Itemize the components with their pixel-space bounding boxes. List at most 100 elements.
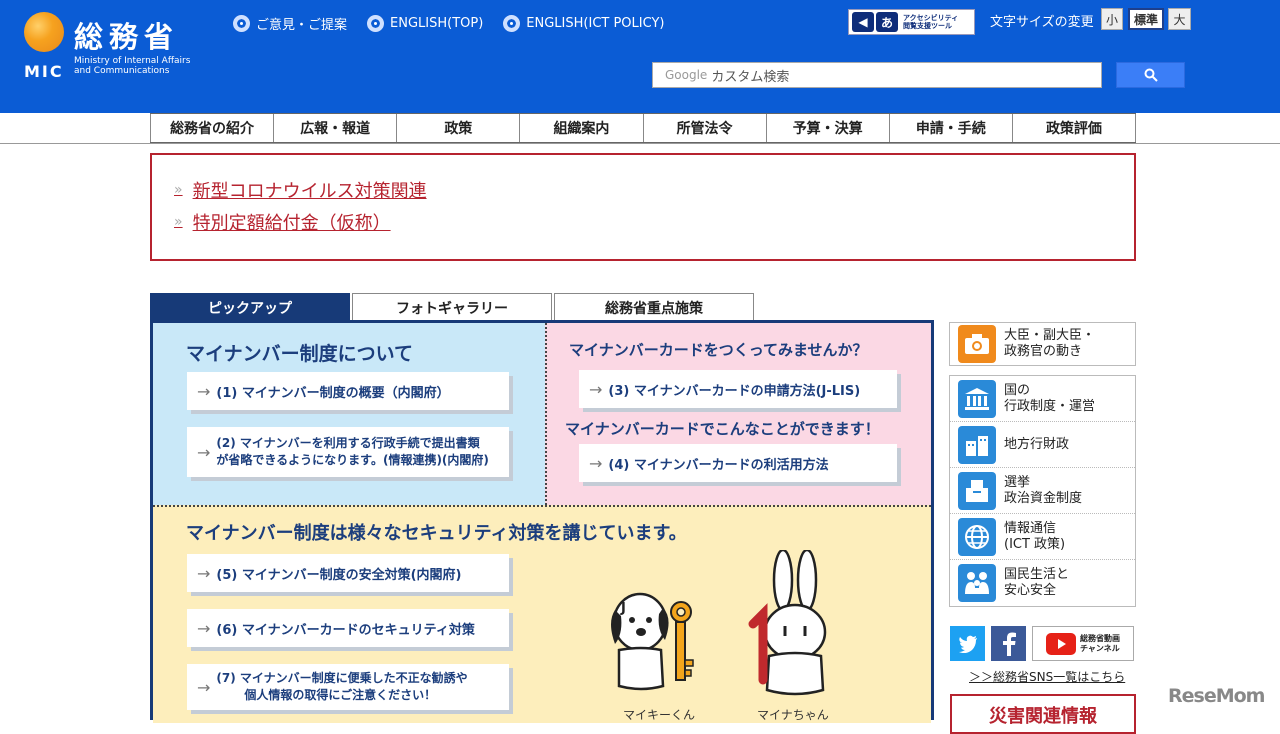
sidebar-item-public-safety[interactable]: 国民生活と 安心安全 [950,560,1135,606]
arrow-right-icon: → [197,381,211,401]
mynumber-fraud-warning-label: (7) マイナンバー制度に便乗した不正な勧誘や 個人情報の取得にご注意ください！ [216,670,467,704]
camera-icon [958,325,996,363]
myna-chan-mascot-icon [748,550,827,696]
font-size-large-button[interactable]: 大 [1168,8,1191,30]
youtube-channel-label: 総務省動画 チャンネル [1080,634,1120,654]
link-opinion[interactable]: ご意見・ご提案 [233,14,347,33]
mic-logo[interactable]: 総務省 MIC Ministry of Internal Affairs and… [22,10,212,81]
search-input[interactable]: Google カスタム検索 [652,62,1102,88]
nav-item-organization[interactable]: 組織案内 [519,114,643,142]
tab-pickup[interactable]: ピックアップ [150,293,350,321]
urgent-notice-box: » 新型コロナウイルス対策関連 » 特別定額給付金（仮称） [150,153,1136,261]
nav-item-applications[interactable]: 申請・手続 [888,114,1012,142]
nav-item-evaluation[interactable]: 政策評価 [1011,114,1136,142]
government-building-icon [958,379,996,418]
sns-list-link[interactable]: ＞＞総務省SNS一覧はこちら [969,668,1125,685]
mynumber-card-apply-button[interactable]: → (3) マイナンバーカードの申請方法(J-LIS) [579,370,897,408]
globe-icon [958,517,996,556]
disaster-info-button[interactable]: 災害関連情報 [950,694,1136,734]
twitter-button[interactable] [950,626,985,661]
mynumber-card-apply-label: (3) マイナンバーカードの申請方法(J-LIS) [608,383,861,399]
accessibility-tool-button[interactable]: ◀ あ アクセシビリティ 閲覧支援ツール [848,9,975,35]
youtube-channel-button[interactable]: 総務省動画 チャンネル [1032,626,1134,661]
sidebar-item-minister-label: 大臣・副大臣・ 政務官の動き [1004,328,1096,359]
youtube-play-icon [1046,632,1076,655]
nav-item-policy[interactable]: 政策 [396,114,520,142]
search-icon [1144,68,1158,82]
link-english-top[interactable]: ENGLISH(TOP) [367,14,483,33]
link-covid[interactable]: » 新型コロナウイルス対策関連 [174,177,1134,203]
link-english-ict[interactable]: ENGLISH(ICT POLICY) [503,14,664,33]
bullet-circle-icon [367,15,385,32]
sidebar-item-elections-label: 選挙 政治資金制度 [1004,474,1083,506]
mynumber-fraud-warning-line2: 個人情報の取得にご注意ください！ [244,688,437,702]
svg-text:J: J [620,601,626,616]
nav-item-laws[interactable]: 所管法令 [642,114,766,142]
mynumber-fraud-warning-button[interactable]: → (7) マイナンバー制度に便乗した不正な勧誘や 個人情報の取得にご注意くださ… [187,664,509,710]
bullet-circle-icon [233,15,250,32]
tab-photo-gallery[interactable]: フォトギャラリー [352,293,552,321]
mynumber-security-section: マイナンバー制度は様々なセキュリティ対策を講じています。 → (5) マイナンバ… [153,505,931,723]
youtube-channel-line1: 総務省動画 [1080,633,1120,643]
arrow-right-icon: → [197,618,211,638]
sidebar-item-ict[interactable]: 情報通信 (ICT 政策) [950,514,1135,560]
mynumber-card-section: マイナンバーカードをつくってみませんか？ → (3) マイナンバーカードの申請方… [545,323,931,505]
ballot-box-icon [958,471,996,510]
myna-chan-label: マイナちゃん [757,708,829,722]
tab-priority-policies[interactable]: 総務省重点施策 [554,293,754,321]
font-size-standard-button[interactable]: 標準 [1128,8,1164,30]
mynumber-overview-label: (1) マイナンバー制度の概要（内閣府） [216,385,450,401]
mynumber-card-usage-button[interactable]: → (4) マイナンバーカードの利活用方法 [579,444,897,482]
mynumber-card-security-label: (6) マイナンバーカードのセキュリティ対策 [216,622,475,638]
family-icon [958,564,996,602]
logo-english-line1: Ministry of Internal Affairs [74,56,191,66]
pickup-panel: マイナンバー制度について → (1) マイナンバー制度の概要（内閣府） → (2… [150,320,934,723]
mynumber-overview-button[interactable]: → (1) マイナンバー制度の概要（内閣府） [187,372,509,410]
facebook-button[interactable] [991,626,1026,661]
sidebar-item-administration-label: 国の 行政制度・運営 [1004,382,1096,414]
sidebar-item-administration[interactable]: 国の 行政制度・運営 [950,376,1135,422]
sidebar-item-ict-label: 情報通信 (ICT 政策) [1004,520,1066,552]
nav-item-about[interactable]: 総務省の紹介 [150,114,274,142]
content-tabs: ピックアップ フォトギャラリー 総務省重点施策 [150,293,754,321]
policy-category-box: 国の 行政制度・運営 地方行財政 選挙 政治資金制度 情報通信 (ICT 政策)… [949,375,1136,607]
search-button[interactable] [1116,62,1185,88]
logo-english-line2: and Communications [74,66,170,76]
arrow-right-icon: → [197,677,211,697]
chevron-right-icon: » [174,214,183,230]
link-english-top-label: ENGLISH(TOP) [390,16,484,31]
facebook-f-icon [1002,632,1016,656]
font-size-label: 文字サイズの変更 [990,15,1094,30]
link-opinion-label: ご意見・ご提案 [256,18,348,33]
bullet-circle-icon [503,15,521,32]
link-english-ict-label: ENGLISH(ICT POLICY) [526,16,665,31]
top-links: ご意見・ご提案 ENGLISH(TOP) ENGLISH(ICT POLICY) [233,14,664,33]
sidebar-item-public-safety-label: 国民生活と 安心安全 [1004,567,1070,598]
mykey-kun-label: マイキーくん [623,708,696,722]
sidebar-item-local-finance-label: 地方行財政 [1004,436,1070,452]
sidebar-item-minister[interactable]: 大臣・副大臣・ 政務官の動き [950,323,1135,365]
mynumber-info-link-line1: (2) マイナンバーを利用する行政手続で提出書類 [216,436,480,450]
nav-item-press[interactable]: 広報・報道 [273,114,397,142]
speaker-icon: ◀ [852,12,874,32]
link-special-benefit-label: 特別定額給付金（仮称） [192,213,391,234]
sns-buttons: 総務省動画 チャンネル [950,626,1134,661]
link-special-benefit[interactable]: » 特別定額給付金（仮称） [174,209,1134,235]
google-wordmark: Google [665,68,708,82]
mynumber-card-make-title: マイナンバーカードをつくってみませんか？ [569,341,868,359]
arrow-right-icon: → [589,453,603,473]
accessibility-label-line2: 閲覧支援ツール [903,22,952,30]
mynumber-info-link-button[interactable]: → (2) マイナンバーを利用する行政手続で提出書類 が省略できるようになります… [187,427,509,477]
font-size-small-button[interactable]: 小 [1101,8,1123,30]
mascot-illustration: J マイキーくん マイナちゃん [605,550,865,722]
sidebar-item-local-finance[interactable]: 地方行財政 [950,422,1135,468]
global-nav: 総務省の紹介 広報・報道 政策 組織案内 所管法令 予算・決算 申請・手続 政策… [150,113,1136,143]
sidebar-item-elections[interactable]: 選挙 政治資金制度 [950,468,1135,514]
mynumber-safety-button[interactable]: → (5) マイナンバー制度の安全対策(内閣府) [187,554,509,592]
mynumber-card-security-button[interactable]: → (6) マイナンバーカードのセキュリティ対策 [187,609,509,647]
mynumber-card-use-title: マイナンバーカードでこんなことができます！ [565,420,880,438]
mynumber-security-title: マイナンバー制度は様々なセキュリティ対策を講じています。 [186,523,687,544]
nav-item-budget[interactable]: 予算・決算 [765,114,889,142]
youtube-channel-line2: チャンネル [1080,643,1120,653]
mynumber-about-section: マイナンバー制度について → (1) マイナンバー制度の概要（内閣府） → (2… [153,323,545,505]
